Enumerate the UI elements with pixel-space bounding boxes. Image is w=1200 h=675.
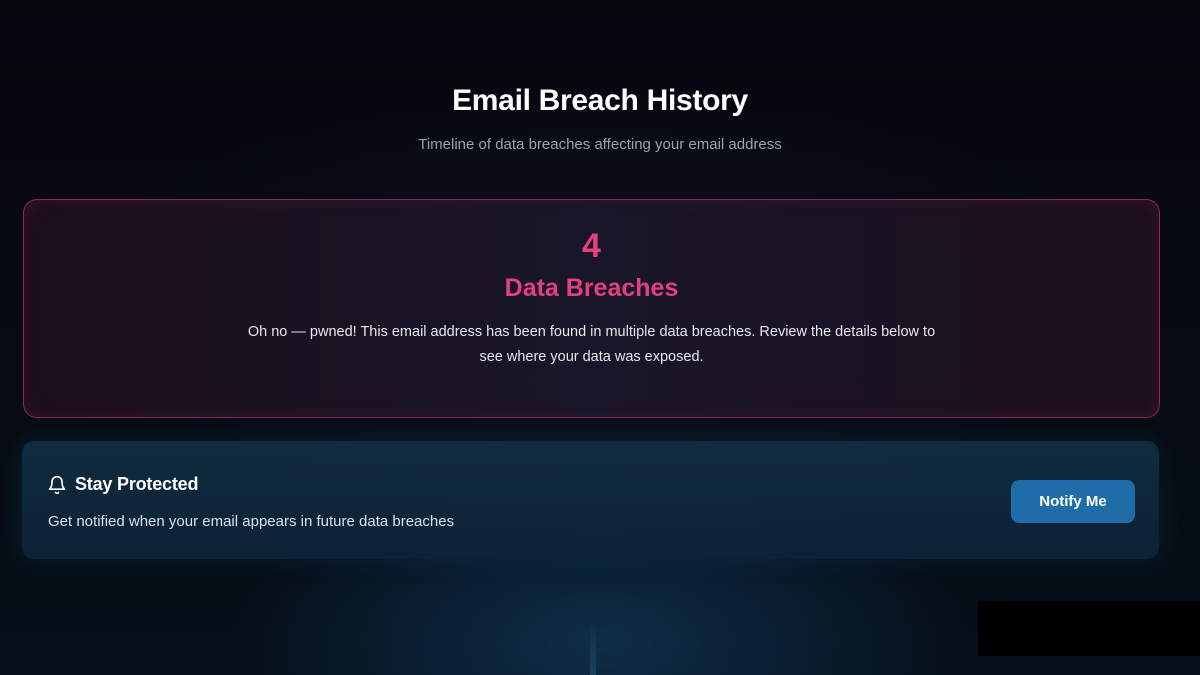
page: Email Breach History Timeline of data br…: [0, 0, 1200, 675]
notify-card: Stay Protected Get notified when your em…: [22, 441, 1159, 559]
page-subtitle: Timeline of data breaches affecting your…: [418, 136, 782, 153]
notify-description: Get notified when your email appears in …: [48, 513, 455, 530]
decorative-glow: [590, 620, 596, 675]
notify-heading: Stay Protected: [47, 474, 198, 495]
notify-title: Stay Protected: [75, 474, 199, 494]
notify-me-button[interactable]: Notify Me: [1011, 480, 1135, 523]
page-title: Email Breach History: [452, 84, 748, 117]
breach-label: Data Breaches: [504, 274, 679, 302]
page-header: Email Breach History Timeline of data br…: [0, 84, 1200, 153]
breach-message: Oh no — pwned! This email address has be…: [247, 324, 936, 365]
breach-summary-card: 4 Data Breaches Oh no — pwned! This emai…: [23, 199, 1160, 418]
breach-count: 4: [582, 227, 601, 265]
bell-icon: [47, 475, 67, 495]
corner-overlay: [978, 601, 1200, 656]
